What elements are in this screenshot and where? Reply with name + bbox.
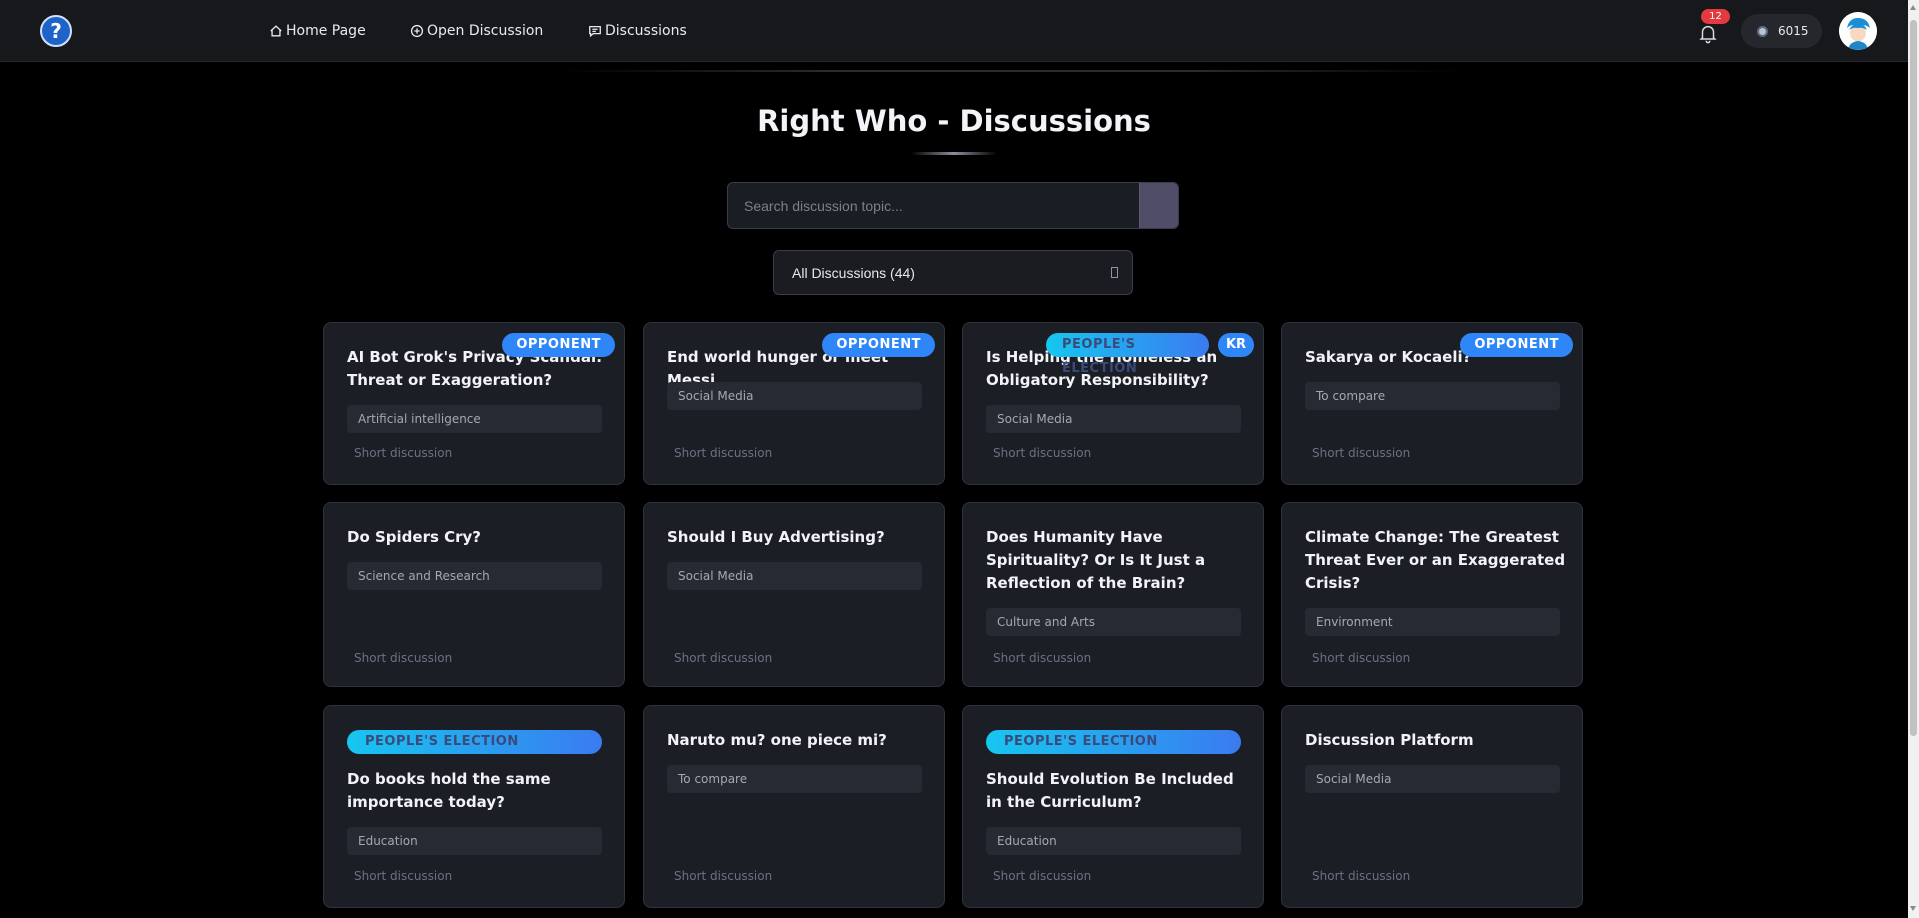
opponent-badge: OPPONENT	[822, 333, 935, 357]
card-length: Short discussion	[354, 651, 453, 665]
discussion-card[interactable]: Climate Change: The Greatest Threat Ever…	[1281, 502, 1583, 687]
coin-amount: 6015	[1778, 24, 1809, 38]
card-length: Short discussion	[1312, 446, 1411, 460]
discussion-card[interactable]: Is Helping the Homeless an Obligatory Re…	[962, 322, 1264, 485]
card-category: Education	[347, 827, 602, 855]
card-category: Environment	[1305, 608, 1560, 636]
card-title: Should I Buy Advertising?	[667, 528, 885, 546]
chat-icon	[589, 25, 601, 38]
card-category: Social Media	[986, 405, 1241, 433]
opponent-badge: OPPONENT	[1460, 333, 1573, 357]
coin-balance[interactable]: 6015	[1741, 14, 1822, 48]
card-title: Climate Change: The Greatest Threat Ever…	[1305, 528, 1566, 592]
card-title: Does Humanity Have Spirituality? Or Is I…	[986, 528, 1206, 592]
card-category: Education	[986, 827, 1241, 855]
card-length: Short discussion	[674, 869, 773, 883]
card-length: Short discussion	[993, 446, 1092, 460]
kr-badge: KR	[1218, 333, 1254, 357]
card-length: Short discussion	[1312, 869, 1411, 883]
nav-discussions-label: Discussions	[605, 23, 687, 39]
card-category: Science and Research	[347, 562, 602, 590]
card-length: Short discussion	[993, 651, 1092, 665]
discussion-card[interactable]: PEOPLE'S ELECTION Do books hold the same…	[323, 705, 625, 908]
logo-glyph: ?	[50, 19, 62, 43]
title-underline	[911, 152, 997, 155]
discussion-card[interactable]: Discussion Platform Social Media Short d…	[1281, 705, 1583, 908]
card-length: Short discussion	[354, 446, 453, 460]
card-title: Do books hold the same importance today?	[347, 770, 551, 811]
nav-open-discussion[interactable]: Open Discussion	[410, 21, 543, 41]
card-length: Short discussion	[674, 651, 773, 665]
nav-open-discussion-label: Open Discussion	[427, 23, 544, 39]
card-length: Short discussion	[1312, 651, 1411, 665]
discussion-card[interactable]: PEOPLE'S ELECTION Should Evolution Be In…	[962, 705, 1264, 908]
card-category: Artificial intelligence	[347, 405, 602, 433]
page-title: Right Who - Discussions	[757, 104, 1151, 138]
card-category: Social Media	[667, 382, 922, 410]
discussion-card[interactable]: End world hunger or meet Messi OPPONENT …	[643, 322, 945, 485]
card-category: Social Media	[1305, 765, 1560, 793]
nav-home-page-label: Home Page	[286, 23, 366, 39]
card-category: Culture and Arts	[986, 608, 1241, 636]
discussion-card[interactable]: Should I Buy Advertising? Social Media S…	[643, 502, 945, 687]
card-title: Discussion Platform	[1305, 731, 1474, 749]
card-length: Short discussion	[354, 869, 453, 883]
card-title: Should Evolution Be Included in the Curr…	[986, 770, 1234, 811]
coin-icon	[1757, 25, 1768, 37]
scroll-up-arrow-icon[interactable]	[1910, 5, 1916, 10]
discussion-filter-select[interactable]: All Discussions (44)	[773, 250, 1133, 295]
dropdown-caret-icon	[1111, 267, 1118, 278]
home-icon	[270, 25, 282, 37]
peoples-election-badge: PEOPLE'S ELECTION	[1046, 333, 1209, 376]
card-length: Short discussion	[674, 446, 773, 460]
discussion-card[interactable]: Naruto mu? one piece mi? To compare Shor…	[643, 705, 945, 908]
card-title: Naruto mu? one piece mi?	[667, 731, 887, 749]
bell-icon	[1699, 25, 1717, 44]
avatar-image	[1839, 12, 1877, 50]
notification-count-badge: 12	[1701, 9, 1730, 24]
user-avatar[interactable]	[1839, 12, 1877, 50]
card-title: Do Spiders Cry?	[347, 528, 482, 546]
search-bar	[727, 182, 1179, 229]
discussion-card[interactable]: Sakarya or Kocaeli? OPPONENT To compare …	[1281, 322, 1583, 485]
search-input[interactable]	[728, 183, 1139, 228]
discussion-card[interactable]: Does Humanity Have Spirituality? Or Is I…	[962, 502, 1264, 687]
card-length: Short discussion	[993, 869, 1092, 883]
nav-discussions[interactable]: Discussions	[588, 21, 687, 41]
filter-selected-value: All Discussions (44)	[792, 264, 915, 281]
card-category: To compare	[667, 765, 922, 793]
header-divider	[560, 70, 1460, 72]
opponent-badge: OPPONENT	[502, 333, 615, 357]
peoples-election-badge: PEOPLE'S ELECTION	[986, 730, 1241, 754]
scroll-down-arrow-icon[interactable]	[1910, 906, 1916, 911]
nav-home-page[interactable]: Home Page	[269, 21, 366, 41]
discussion-card[interactable]: AI Bot Grok's Privacy Scandal: Threat or…	[323, 322, 625, 485]
card-category: Social Media	[667, 562, 922, 590]
page-scrollbar[interactable]	[1908, 0, 1919, 918]
search-button[interactable]	[1139, 183, 1178, 228]
site-logo[interactable]: ?	[40, 15, 72, 47]
peoples-election-badge: PEOPLE'S ELECTION	[347, 730, 602, 754]
plus-circle-icon	[410, 24, 424, 38]
scrollbar-thumb[interactable]	[1910, 20, 1917, 736]
discussion-card[interactable]: Do Spiders Cry? Science and Research Sho…	[323, 502, 625, 687]
top-navigation-bar: ? Home Page Open Discussion Discussions …	[0, 0, 1908, 62]
card-category: To compare	[1305, 382, 1560, 410]
